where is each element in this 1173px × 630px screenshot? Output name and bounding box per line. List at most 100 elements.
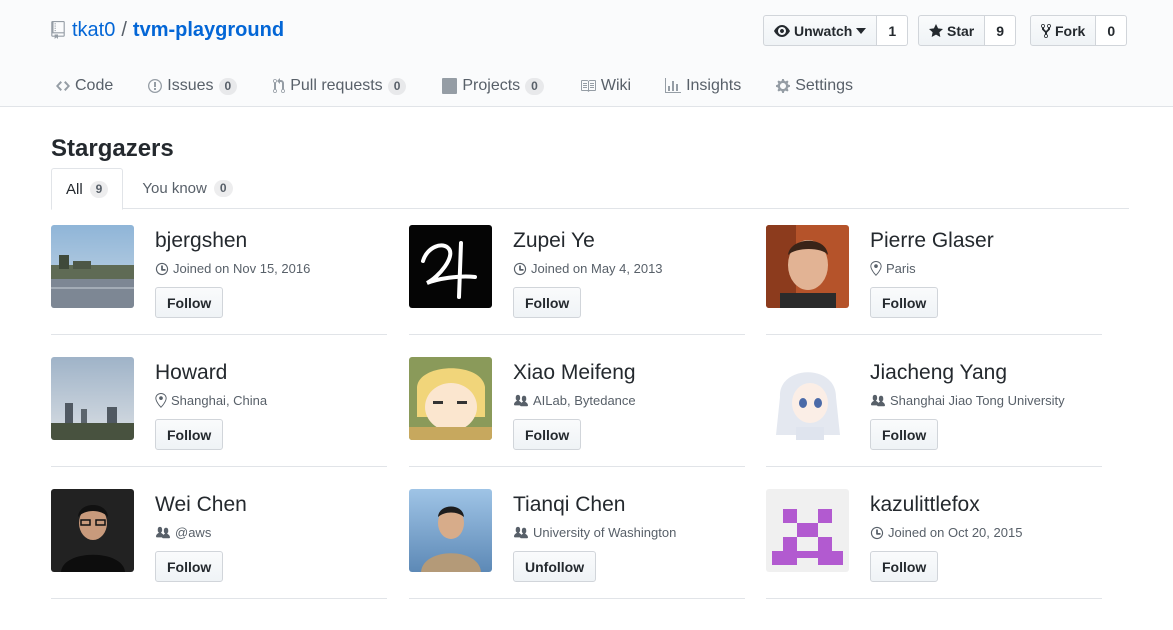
follow-button[interactable]: Follow bbox=[513, 287, 582, 318]
user-card-kazulittlefox: kazulittlefox Joined on Oct 20, 2015 Fol… bbox=[766, 489, 1102, 599]
nav-issues[interactable]: Issues 0 bbox=[148, 72, 238, 100]
caret-down-icon bbox=[856, 27, 867, 34]
organization-icon bbox=[514, 526, 528, 538]
follow-button[interactable]: Follow bbox=[870, 419, 939, 450]
nav-pull-requests-count: 0 bbox=[387, 77, 407, 95]
fork-action: Fork 0 bbox=[1030, 15, 1128, 46]
avatar-anime bbox=[409, 357, 492, 440]
gear-icon bbox=[776, 79, 791, 93]
nav-wiki[interactable]: Wiki bbox=[580, 72, 631, 100]
stargazers-tabs: All 9 You know 0 bbox=[51, 168, 1129, 210]
user-name[interactable]: kazulittlefox bbox=[870, 493, 980, 517]
user-meta-text: University of Washington bbox=[533, 525, 677, 540]
avatar[interactable] bbox=[409, 225, 492, 308]
user-meta: Shanghai Jiao Tong University bbox=[870, 393, 1065, 408]
avatar[interactable] bbox=[51, 357, 134, 440]
follow-button[interactable]: Follow bbox=[155, 419, 224, 450]
watchers-count[interactable]: 1 bbox=[877, 15, 909, 46]
avatar[interactable] bbox=[51, 489, 134, 572]
avatar-photo bbox=[51, 489, 134, 572]
user-card-zupei-ye: Zupei Ye Joined on May 4, 2013 Follow bbox=[409, 225, 745, 335]
user-meta: Paris bbox=[870, 261, 916, 276]
avatar-photo bbox=[409, 489, 492, 572]
user-name[interactable]: Howard bbox=[155, 361, 227, 385]
stargazers-count[interactable]: 9 bbox=[985, 15, 1017, 46]
nav-issues-count: 0 bbox=[218, 77, 238, 95]
unwatch-button[interactable]: Unwatch bbox=[763, 15, 878, 46]
user-meta-text: Joined on Oct 20, 2015 bbox=[888, 525, 1023, 540]
user-meta-text: Paris bbox=[886, 261, 916, 276]
code-icon bbox=[56, 81, 70, 91]
avatar[interactable] bbox=[51, 225, 134, 308]
user-meta: Joined on May 4, 2013 bbox=[513, 261, 663, 276]
user-name[interactable]: Xiao Meifeng bbox=[513, 361, 636, 385]
pull-request-icon bbox=[273, 78, 286, 94]
nav-pull-requests-label: Pull requests bbox=[290, 77, 383, 94]
identicon bbox=[766, 489, 849, 572]
tab-all-label: All bbox=[66, 180, 83, 198]
repo-nav: Code Issues 0 Pull requests 0 Projects 0… bbox=[56, 72, 889, 100]
unfollow-button[interactable]: Unfollow bbox=[513, 551, 597, 582]
repo-separator: / bbox=[121, 18, 127, 41]
user-meta: Joined on Nov 15, 2016 bbox=[155, 261, 310, 276]
nav-projects-count: 0 bbox=[525, 77, 544, 95]
repo-title: tkat0 / tvm-playground bbox=[51, 17, 284, 43]
user-name[interactable]: Tianqi Chen bbox=[513, 493, 625, 517]
follow-button[interactable]: Follow bbox=[513, 419, 582, 450]
forks-count[interactable]: 0 bbox=[1096, 15, 1128, 46]
user-meta: Joined on Oct 20, 2015 bbox=[870, 525, 1022, 540]
tab-you-know-label: You know bbox=[142, 180, 207, 197]
fork-button[interactable]: Fork bbox=[1030, 15, 1097, 46]
repo-icon bbox=[51, 21, 65, 39]
avatar[interactable] bbox=[766, 357, 849, 440]
avatar-anime bbox=[766, 357, 849, 440]
eye-icon bbox=[774, 24, 790, 37]
user-meta: Shanghai, China bbox=[155, 393, 267, 408]
user-card-pierre-glaser: Pierre Glaser Paris Follow bbox=[766, 225, 1102, 335]
repo-name-link[interactable]: tvm-playground bbox=[133, 19, 284, 42]
user-meta: University of Washington bbox=[513, 525, 676, 540]
user-name[interactable]: Zupei Ye bbox=[513, 229, 595, 253]
fork-label: Fork bbox=[1055, 22, 1086, 39]
graph-icon bbox=[665, 78, 682, 93]
user-meta-text: Shanghai Jiao Tong University bbox=[890, 393, 1065, 408]
user-card-tianqi-chen: Tianqi Chen University of Washington Unf… bbox=[409, 489, 745, 599]
user-name[interactable]: Wei Chen bbox=[155, 493, 247, 517]
page-title: Stargazers bbox=[51, 135, 174, 162]
nav-insights[interactable]: Insights bbox=[665, 72, 741, 100]
user-card-howard: Howard Shanghai, China Follow bbox=[51, 357, 387, 467]
follow-button[interactable]: Follow bbox=[155, 287, 224, 318]
nav-projects-label: Projects bbox=[462, 77, 521, 94]
avatar[interactable] bbox=[409, 489, 492, 572]
repo-owner-link[interactable]: tkat0 bbox=[72, 19, 115, 42]
tab-all[interactable]: All 9 bbox=[51, 168, 124, 210]
nav-pull-requests[interactable]: Pull requests 0 bbox=[273, 72, 407, 100]
book-icon bbox=[580, 80, 596, 92]
user-name[interactable]: Jiacheng Yang bbox=[870, 361, 1007, 385]
user-card-jiacheng-yang: Jiacheng Yang Shanghai Jiao Tong Univers… bbox=[766, 357, 1102, 467]
follow-button[interactable]: Follow bbox=[155, 551, 224, 582]
star-button[interactable]: Star bbox=[918, 15, 986, 46]
tab-you-know-count: 0 bbox=[213, 180, 233, 197]
organization-icon bbox=[514, 394, 528, 406]
avatar[interactable] bbox=[766, 489, 849, 572]
user-card-wei-chen: Wei Chen @aws Follow bbox=[51, 489, 387, 599]
nav-code[interactable]: Code bbox=[56, 72, 113, 100]
follow-button[interactable]: Follow bbox=[870, 551, 939, 582]
location-icon bbox=[155, 393, 167, 408]
star-action: Star 9 bbox=[918, 15, 1017, 46]
avatar[interactable] bbox=[409, 357, 492, 440]
nav-settings[interactable]: Settings bbox=[776, 72, 853, 100]
avatar[interactable] bbox=[766, 225, 849, 308]
nav-issues-label: Issues bbox=[167, 77, 214, 94]
user-name[interactable]: Pierre Glaser bbox=[870, 229, 994, 253]
follow-button[interactable]: Follow bbox=[870, 287, 939, 318]
issue-icon bbox=[148, 79, 163, 93]
location-icon bbox=[870, 261, 882, 276]
user-name[interactable]: bjergshen bbox=[155, 229, 247, 253]
user-meta-text: Shanghai, China bbox=[171, 393, 268, 408]
user-meta: AILab, Bytedance bbox=[513, 393, 636, 408]
tab-you-know[interactable]: You know 0 bbox=[123, 168, 246, 209]
nav-projects[interactable]: Projects 0 bbox=[442, 72, 544, 100]
watch-action: Unwatch 1 bbox=[763, 15, 909, 46]
